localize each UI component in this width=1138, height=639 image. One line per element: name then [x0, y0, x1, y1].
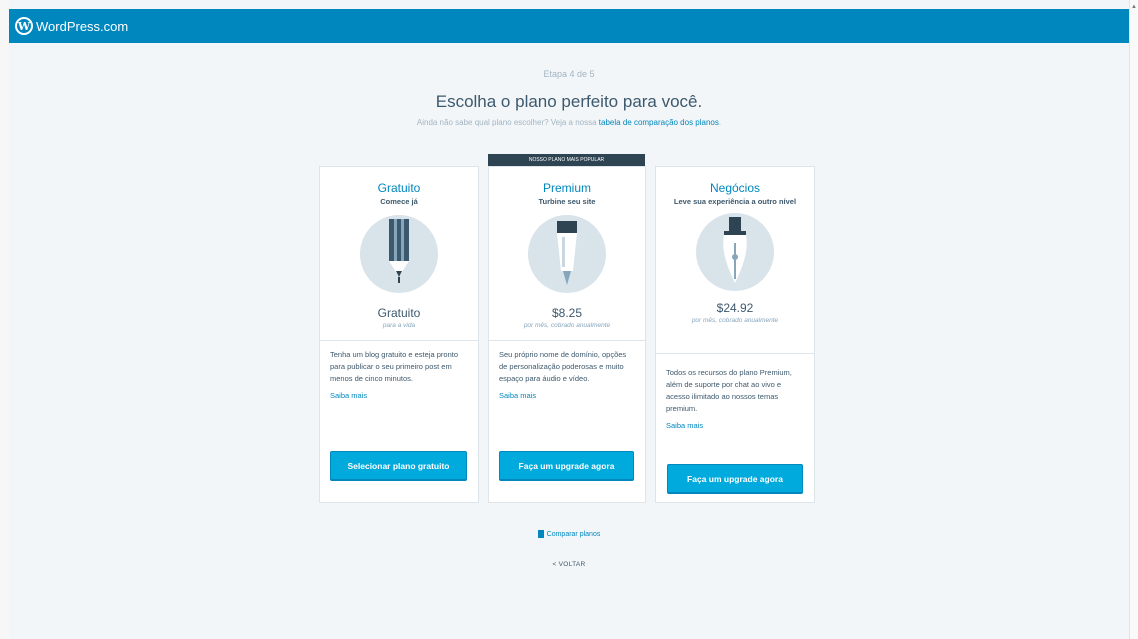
plan-price: $24.92 [716, 301, 754, 315]
plan-tagline: Leve sua experiência a outro nível [673, 197, 797, 206]
comparison-table-link[interactable]: tabela de comparação dos planos [599, 118, 719, 127]
upgrade-premium-button[interactable]: Faça um upgrade agora [499, 451, 634, 481]
plan-card-business: Negócios Leve sua experiência a outro ní… [655, 166, 815, 503]
scroll-up-arrow-icon[interactable]: ▲ [1131, 4, 1137, 10]
learn-more-link[interactable]: Saiba mais [320, 391, 478, 400]
plan-price-note: por mês, cobrado anualmente [523, 322, 611, 329]
plan-price: Gratuito [377, 306, 421, 320]
plan-tagline: Comece já [380, 197, 418, 206]
plan-card-header: Negócios Leve sua experiência a outro ní… [656, 167, 814, 354]
compare-plans-label[interactable]: Comparar planos [547, 531, 601, 538]
page-subtitle: Ainda não sabe qual plano escolher? Veja… [0, 118, 1138, 127]
subtitle-end: . [718, 118, 722, 127]
plan-card-body: Tenha um blog gratuito e esteja pronto p… [320, 349, 478, 400]
plan-description: Tenha um blog gratuito e esteja pronto p… [330, 350, 459, 383]
learn-more-link[interactable]: Saiba mais [489, 391, 645, 400]
marker-pen-icon [528, 215, 606, 293]
plan-price: $8.25 [551, 306, 583, 320]
plan-card-header: Premium Turbine seu site $8.25 por mês, … [489, 167, 645, 341]
popular-plan-badge: NOSSO PLANO MAIS POPULAR [488, 154, 645, 166]
pencil-icon [360, 215, 438, 293]
plan-description: Todos os recursos do plano Premium, além… [666, 368, 792, 413]
page-title: Escolha o plano perfeito para você. [435, 92, 703, 111]
top-bar: W WordPress.com [9, 9, 1129, 43]
plan-price-note: por mês, cobrado anualmente [691, 317, 779, 324]
plan-card-body: Seu próprio nome de domínio, opções de p… [489, 349, 645, 400]
brand-name[interactable]: WordPress.com [36, 19, 128, 34]
plan-card-free: Gratuito Comece já Gratuito para a vida … [319, 166, 479, 503]
upgrade-business-button[interactable]: Faça um upgrade agora [667, 464, 803, 494]
plan-tagline: Turbine seu site [538, 197, 596, 206]
select-free-plan-button[interactable]: Selecionar plano gratuito [330, 451, 467, 481]
plan-description: Seu próprio nome de domínio, opções de p… [499, 350, 627, 383]
plan-name: Gratuito [377, 181, 421, 195]
wordpress-logo-icon[interactable]: W [15, 17, 33, 35]
compare-icon [537, 530, 544, 538]
plan-name: Premium [542, 181, 591, 195]
step-indicator: Etapa 4 de 5 [543, 69, 595, 79]
plan-price-note: para a vida [382, 322, 416, 329]
learn-more-link[interactable]: Saiba mais [656, 421, 814, 430]
subtitle-text: Ainda não sabe qual plano escolher? Veja… [416, 118, 599, 127]
fountain-pen-icon [696, 213, 774, 291]
plan-card-body: Todos os recursos do plano Premium, além… [656, 367, 814, 430]
plan-name: Negócios [709, 181, 761, 195]
compare-plans-link[interactable]: Comparar planos [0, 530, 1138, 538]
plan-card-header: Gratuito Comece já Gratuito para a vida [320, 167, 478, 341]
back-link[interactable]: < VOLTAR [0, 561, 1138, 568]
plan-card-premium: Premium Turbine seu site $8.25 por mês, … [488, 166, 646, 503]
